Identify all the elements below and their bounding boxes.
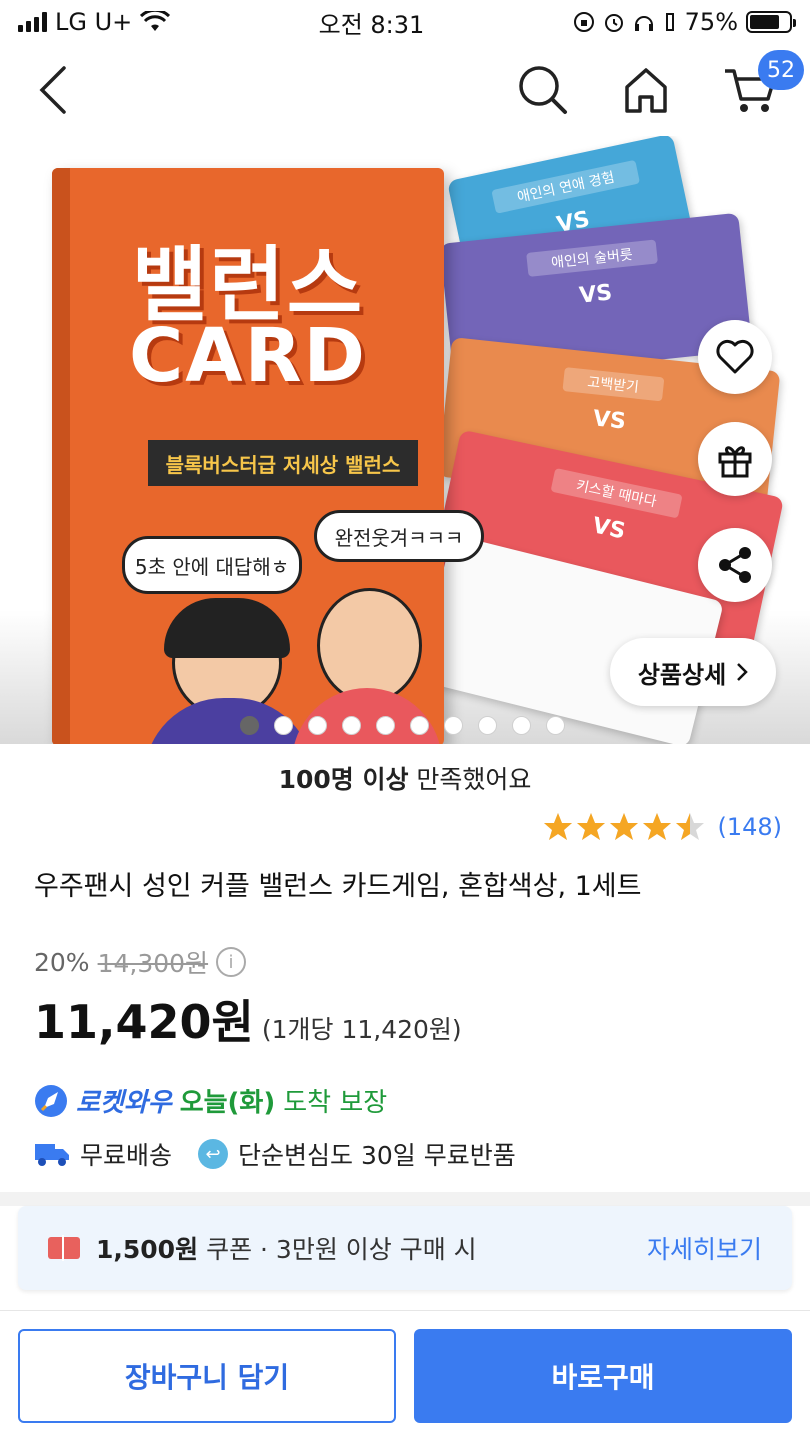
card-label: 애인의 연애 경험 bbox=[491, 159, 641, 214]
card-vs: VS bbox=[591, 406, 628, 435]
star-icon bbox=[643, 813, 672, 840]
rating-stars bbox=[543, 812, 705, 842]
carousel-dot[interactable] bbox=[410, 716, 429, 735]
cart-count-badge: 52 bbox=[758, 50, 804, 90]
home-button[interactable] bbox=[618, 62, 674, 118]
speech-bubble: 5초 안에 대답해ㅎ bbox=[122, 536, 302, 594]
carousel-dot[interactable] bbox=[546, 716, 565, 735]
free-shipping-label: 무료배송 bbox=[80, 1141, 173, 1170]
buy-now-button[interactable]: 바로구매 bbox=[414, 1329, 792, 1423]
info-icon[interactable]: i bbox=[216, 947, 247, 977]
gift-icon bbox=[718, 446, 752, 478]
share-button[interactable] bbox=[698, 528, 772, 602]
coupon-details-link[interactable]: 자세히보기 bbox=[647, 1230, 762, 1266]
header bbox=[0, 44, 810, 136]
truck-icon bbox=[35, 1144, 69, 1166]
arrival-guarantee: 도착 보장 bbox=[283, 1088, 388, 1118]
coupon-icon bbox=[48, 1235, 80, 1261]
coupon-banner[interactable]: 1,500원 쿠폰 · 3만원 이상 구매 시 자세히보기 bbox=[18, 1206, 792, 1290]
card-vs: VS bbox=[590, 513, 628, 545]
coupon-amount: 1,500원 bbox=[96, 1235, 199, 1264]
star-icon bbox=[577, 813, 606, 840]
product-image-carousel[interactable]: 애인의 연애 경험 VS 애인의 술버릇 VS 고백받기 VS 키스할 때마다 … bbox=[0, 136, 810, 744]
product-box-side bbox=[52, 168, 70, 744]
sale-price: 11,420원 bbox=[34, 995, 254, 1049]
shipping-row: 무료배송 ↩ 단순변심도 30일 무료반품 bbox=[34, 1136, 516, 1172]
headphones-icon bbox=[634, 16, 653, 31]
rotation-lock-icon bbox=[573, 12, 594, 32]
add-to-cart-button[interactable]: 장바구니 담기 bbox=[18, 1329, 396, 1423]
star-icon bbox=[676, 813, 705, 840]
arrival-day: 오늘(화) bbox=[179, 1088, 276, 1118]
gift-button[interactable] bbox=[698, 422, 772, 496]
carousel-dots bbox=[240, 716, 565, 735]
share-icon bbox=[719, 547, 751, 583]
satisfied-suffix: 만족했어요 bbox=[416, 765, 532, 794]
carousel-dot[interactable] bbox=[240, 716, 259, 735]
card-label: 애인의 술버릇 bbox=[526, 239, 658, 277]
original-price: 14,300원 bbox=[97, 949, 209, 978]
status-left: LG U+ bbox=[18, 8, 171, 36]
carrier-label: LG U+ bbox=[55, 8, 133, 36]
illustration-woman bbox=[317, 588, 422, 703]
satisfied-count: 100명 이상 bbox=[278, 765, 409, 794]
review-count[interactable]: (148) bbox=[717, 813, 782, 841]
back-button[interactable] bbox=[28, 62, 78, 118]
vibrate-icon bbox=[665, 13, 674, 31]
carousel-dot[interactable] bbox=[478, 716, 497, 735]
price-original-row: 20% 14,300원 i bbox=[34, 944, 247, 980]
product-box: 밸런스 CARD 블록버스터급 저세상 밸런스 5초 안에 대답해ㅎ 완전웃겨ㅋ… bbox=[52, 168, 484, 744]
card-label: 고백받기 bbox=[562, 367, 664, 402]
carousel-dot[interactable] bbox=[512, 716, 531, 735]
rocket-icon bbox=[35, 1084, 67, 1117]
clock: 오전 8:31 bbox=[318, 10, 425, 39]
product-detail-button[interactable]: 상품상세 bbox=[610, 638, 776, 706]
carousel-dot[interactable] bbox=[308, 716, 327, 735]
wifi-icon bbox=[140, 11, 171, 31]
wishlist-button[interactable] bbox=[698, 320, 772, 394]
bottom-action-bar: 장바구니 담기 바로구매 bbox=[0, 1310, 810, 1440]
heart-icon bbox=[716, 339, 754, 374]
star-icon bbox=[610, 813, 639, 840]
carousel-dot[interactable] bbox=[376, 716, 395, 735]
box-title-card: CARD bbox=[129, 313, 367, 399]
rating-row[interactable]: (148) bbox=[543, 812, 782, 842]
status-right: 75% bbox=[573, 8, 796, 36]
search-button[interactable] bbox=[515, 62, 571, 118]
section-divider bbox=[0, 1192, 810, 1206]
carousel-dot[interactable] bbox=[342, 716, 361, 735]
carousel-dot[interactable] bbox=[444, 716, 463, 735]
card-vs: VS bbox=[578, 280, 614, 309]
box-tagline: 블록버스터급 저세상 밸런스 bbox=[148, 440, 418, 486]
delivery-row: 로켓와우 오늘(화) 도착 보장 bbox=[34, 1082, 387, 1119]
battery-icon bbox=[746, 11, 796, 33]
signal-icon bbox=[18, 12, 47, 32]
home-icon bbox=[625, 68, 667, 113]
chevron-left-icon bbox=[39, 66, 66, 114]
rocket-wow-label: 로켓와우 bbox=[76, 1088, 172, 1118]
satisfaction-summary: 100명 이상 만족했어요 bbox=[0, 760, 810, 796]
star-icon bbox=[544, 813, 573, 840]
discount-rate: 20% bbox=[34, 947, 90, 977]
card-label: 키스할 때마다 bbox=[550, 467, 683, 519]
coupon-condition: 쿠폰 · 3만원 이상 구매 시 bbox=[206, 1235, 477, 1264]
product-title: 우주팬시 성인 커플 밸런스 카드게임, 혼합색상, 1세트 bbox=[34, 871, 642, 902]
speech-bubble: 완전웃겨ㅋㅋㅋ bbox=[314, 510, 484, 562]
battery-percent: 75% bbox=[684, 8, 738, 36]
status-bar: LG U+ 오전 8:31 75% bbox=[0, 0, 810, 44]
chevron-right-icon bbox=[737, 663, 748, 681]
unit-price: (1개당 11,420원) bbox=[261, 1015, 462, 1044]
return-icon: ↩ bbox=[198, 1139, 229, 1169]
carousel-dot[interactable] bbox=[274, 716, 293, 735]
free-return-label: 단순변심도 30일 무료반품 bbox=[238, 1141, 516, 1170]
price-row: 11,420원 (1개당 11,420원) bbox=[34, 986, 462, 1052]
alarm-icon bbox=[604, 14, 623, 32]
illustration-man-hair bbox=[164, 598, 290, 658]
search-icon bbox=[519, 66, 567, 114]
product-detail-label: 상품상세 bbox=[637, 660, 727, 689]
